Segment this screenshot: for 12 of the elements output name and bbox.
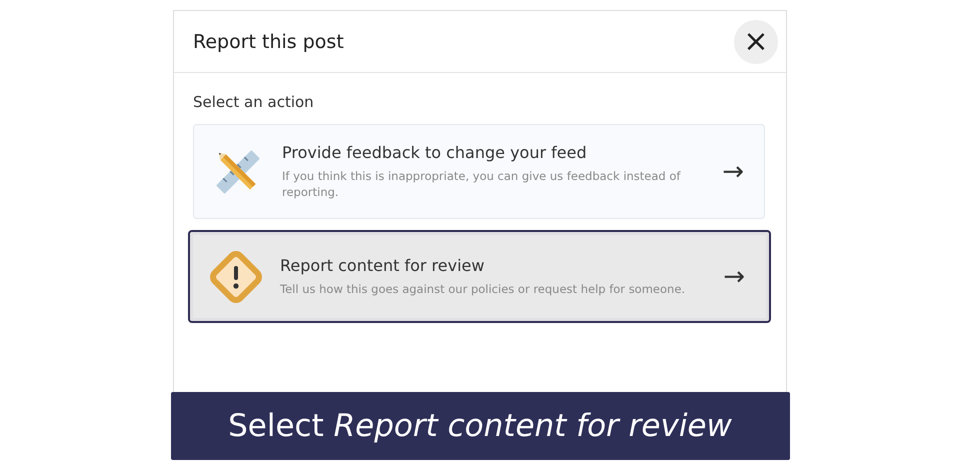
action-option[interactable]: Provide feedback to change your feed If you think this is inappropriate, you can give us feedback instead of reporting. → [193,124,765,219]
arrow-icon: → [723,262,745,292]
arrow-icon: → [722,156,744,186]
close-button[interactable]: × [734,20,778,64]
section-label: Select an action [193,93,314,111]
option-title: Report content for review [280,256,486,275]
action-option[interactable]: Report content for review Tell us how this goes against our policies or request help for someone. → [188,230,771,323]
caption-text: Select Report content for review [228,408,732,444]
option-title: Provide feedback to change your feed [282,142,588,162]
dialog-title: Report this post [193,30,344,52]
option-description: Tell us how this goes against our policies or request help for someone. [280,280,686,298]
option-description: If you think this is inappropriate, you can give us feedback instead of reporting. [282,168,682,200]
